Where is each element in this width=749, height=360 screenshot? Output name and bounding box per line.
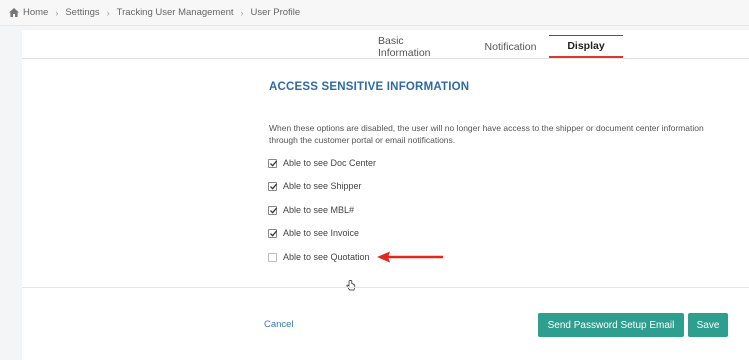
tab-bar: Basic Information Notification Display [367,35,623,60]
hand-cursor-icon [346,280,356,291]
option-quotation[interactable]: Able to see Quotation [268,251,370,263]
option-label: Able to see Invoice [283,228,360,238]
breadcrumb-settings[interactable]: Settings [65,7,99,18]
checkbox-quotation[interactable] [268,252,277,262]
checkbox-invoice[interactable] [268,228,278,238]
chevron-right-icon: › [55,7,59,18]
footer-divider [22,287,749,288]
option-label: Able to see Shipper [283,181,362,191]
page: Home › Settings › Tracking User Manageme… [0,0,749,360]
option-label: Able to see Quotation [283,252,370,262]
section-title: ACCESS SENSITIVE INFORMATION [269,81,470,93]
checkbox-doc-center[interactable] [268,158,278,168]
option-shipper[interactable]: Able to see Shipper [268,180,362,192]
chevron-right-icon: › [106,7,110,18]
option-mbl[interactable]: Able to see MBL# [268,204,354,216]
breadcrumb-user-profile: User Profile [250,7,301,18]
option-doc-center[interactable]: Able to see Doc Center [268,157,376,169]
breadcrumb: Home › Settings › Tracking User Manageme… [0,0,749,26]
breadcrumb-home[interactable]: Home [23,7,48,18]
section-description: When these options are disabled, the use… [269,123,704,145]
tab-display[interactable]: Display [549,35,623,59]
send-password-setup-email-button[interactable]: Send Password Setup Email [538,313,684,337]
option-label: Able to see MBL# [283,205,355,215]
option-invoice[interactable]: Able to see Invoice [268,227,359,239]
chevron-right-icon: › [240,7,244,18]
tab-notification[interactable]: Notification [472,35,549,59]
option-label: Able to see Doc Center [283,158,377,168]
red-arrow-icon [377,251,443,263]
tab-basic-information[interactable]: Basic Information [367,35,470,59]
home-icon[interactable] [9,8,19,17]
cancel-button[interactable]: Cancel [264,319,294,330]
checkbox-shipper[interactable] [268,181,278,191]
content-card: Basic Information Notification Display A… [22,30,749,360]
breadcrumb-tracking-user-management[interactable]: Tracking User Management [117,7,234,18]
save-button[interactable]: Save [688,313,728,337]
checkbox-mbl[interactable] [268,205,278,215]
tab-divider [22,58,749,59]
